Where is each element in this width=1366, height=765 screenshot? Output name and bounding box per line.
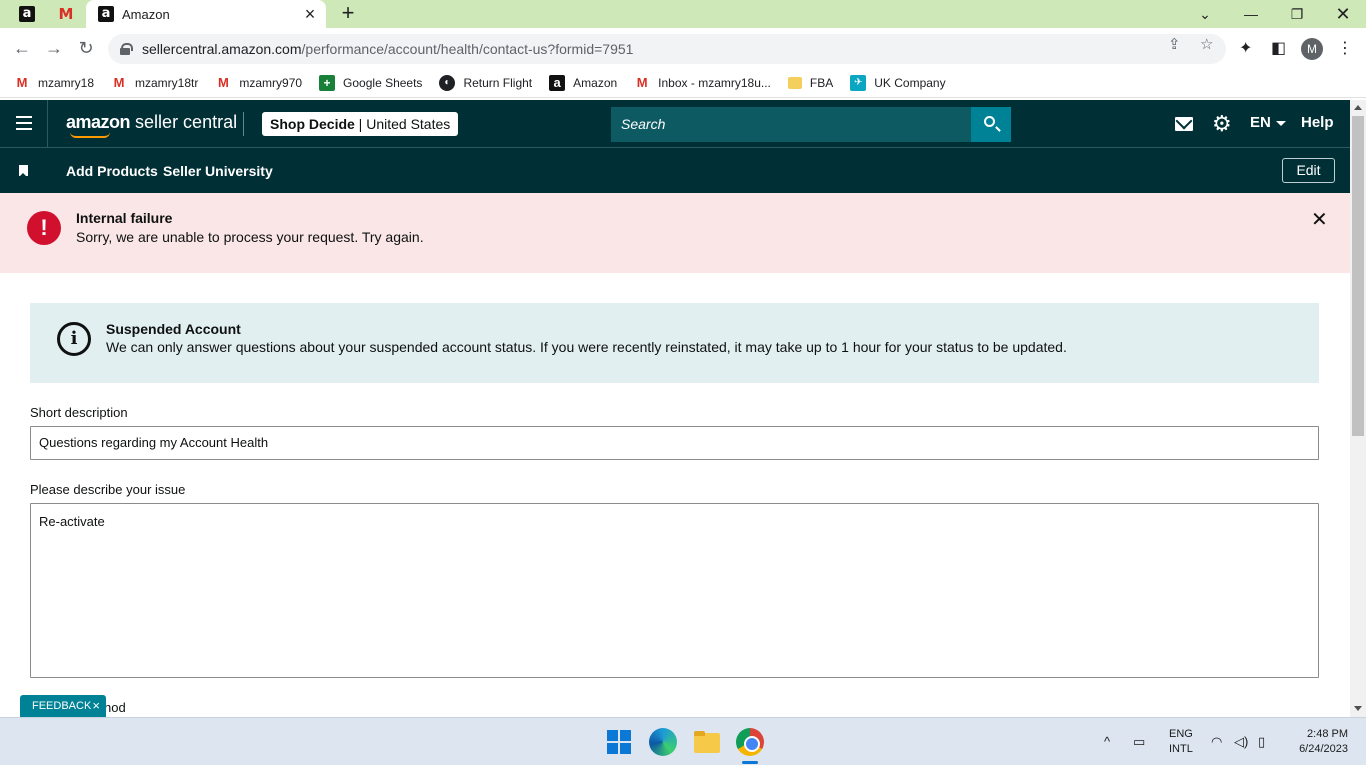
scroll-up-icon[interactable] (1354, 105, 1362, 110)
system-clock[interactable]: 2:48 PM 6/24/2023 (1288, 727, 1348, 757)
chrome-icon[interactable] (736, 728, 764, 756)
lock-icon (120, 43, 133, 55)
minimize-button[interactable]: — (1228, 0, 1274, 28)
wifi-icon[interactable]: ◠ (1211, 734, 1222, 750)
contact-method-label: hod (104, 700, 126, 715)
windows-taskbar: ^ ▭ ENG INTL ◠ ◁) ▯ 2:48 PM 6/24/2023 (0, 717, 1366, 765)
error-alert: ! Internal failure Sorry, we are unable … (0, 193, 1350, 273)
amazon-icon: a (549, 74, 566, 91)
globe-icon: ◐ (439, 74, 456, 91)
help-link[interactable]: Help (1301, 114, 1334, 131)
bookmark-item[interactable]: M Inbox - mzamry18u... (634, 75, 771, 91)
short-description-label: Short description (30, 405, 128, 420)
header-divider (47, 100, 48, 148)
issue-label: Please describe your issue (30, 482, 186, 497)
search-button[interactable] (971, 107, 1011, 142)
language-selector[interactable]: EN (1250, 114, 1286, 131)
edge-icon[interactable] (649, 728, 677, 756)
info-message: We can only answer questions about your … (106, 339, 1067, 355)
active-tab[interactable]: a Amazon × (86, 0, 326, 28)
folder-icon (787, 76, 802, 89)
bookmark-icon[interactable] (19, 165, 28, 176)
bookmark-nav-bar: Add Products Seller University Edit (0, 148, 1350, 193)
gmail-icon: M (16, 75, 28, 90)
amazon-smile-icon (70, 132, 110, 138)
pinned-tab-gmail[interactable]: M (47, 0, 85, 28)
browser-menu-icon[interactable]: ⋮ (1337, 38, 1353, 58)
amazon-favicon-icon: a (19, 6, 35, 22)
gmail-icon: M (217, 75, 229, 90)
back-button[interactable]: ← (10, 36, 34, 60)
reload-button[interactable]: ↻ (74, 36, 98, 60)
seller-central-logo[interactable]: amazon seller central (66, 112, 237, 138)
bookmark-item[interactable]: Mmzamry970 (215, 75, 302, 91)
bookmarks-bar: Mmzamry18 Mmzamry18tr Mmzamry970 + Google… (0, 68, 1366, 98)
scroll-down-icon[interactable] (1354, 706, 1362, 711)
chevron-up-icon[interactable]: ^ (1104, 734, 1110, 749)
nav-link-add-products[interactable]: Add Products (66, 163, 158, 179)
bookmark-item[interactable]: FBA (787, 76, 833, 90)
bookmark-item[interactable]: + Google Sheets (319, 74, 422, 91)
close-window-button[interactable]: ✕ (1320, 0, 1366, 28)
url-text: sellercentral.amazon.com/performance/acc… (142, 41, 634, 57)
address-bar[interactable]: sellercentral.amazon.com/performance/acc… (108, 34, 1226, 64)
info-alert: i Suspended Account We can only answer q… (30, 303, 1319, 383)
bookmark-item[interactable]: Mmzamry18tr (111, 75, 199, 91)
volume-icon[interactable]: ◁) (1234, 734, 1248, 750)
error-message: Sorry, we are unable to process your req… (76, 229, 424, 245)
nav-link-seller-university[interactable]: Seller University (163, 163, 273, 179)
error-icon: ! (27, 211, 61, 245)
profile-avatar[interactable]: M (1301, 38, 1323, 60)
side-panel-icon[interactable]: ◧ (1271, 38, 1286, 58)
short-description-input[interactable]: Questions regarding my Account Health (30, 426, 1319, 460)
close-icon[interactable]: × (92, 695, 100, 717)
gmail-favicon-icon: M (58, 5, 74, 23)
input-language[interactable]: ENG INTL (1169, 727, 1193, 757)
info-title: Suspended Account (106, 321, 241, 337)
search-icon (984, 116, 995, 127)
gmail-icon: M (636, 75, 648, 90)
page-scrollbar[interactable] (1350, 100, 1366, 717)
keyboard-icon[interactable]: ▭ (1133, 734, 1145, 750)
new-tab-button[interactable]: + (336, 2, 360, 26)
tab-search-icon[interactable]: ⌄ (1182, 0, 1228, 28)
bookmark-item[interactable]: ✈ UK Company (850, 74, 946, 91)
close-icon[interactable]: ✕ (1311, 207, 1328, 232)
store-switcher[interactable]: Shop Decide | United States (262, 112, 459, 136)
error-title: Internal failure (76, 210, 173, 226)
sheets-icon: + (319, 74, 336, 91)
issue-textarea[interactable]: Re-activate (30, 503, 1319, 678)
feedback-button[interactable]: FEEDBACK × (20, 695, 106, 717)
share-icon[interactable]: ⇪ (1168, 35, 1181, 53)
bookmark-star-icon[interactable]: ☆ (1200, 35, 1213, 53)
bookmark-item[interactable]: Mmzamry18 (14, 75, 94, 91)
bookmark-item[interactable]: ◐ Return Flight (439, 74, 532, 91)
bookmark-item[interactable]: a Amazon (549, 74, 617, 91)
extensions-icon[interactable]: ✦ (1239, 38, 1252, 58)
uk-company-icon: ✈ (850, 74, 867, 91)
hamburger-menu-icon[interactable] (16, 116, 32, 130)
browser-toolbar: ← → ↻ sellercentral.amazon.com/performan… (0, 28, 1366, 68)
search-input[interactable]: Search (611, 107, 971, 142)
close-tab-icon[interactable]: × (300, 4, 320, 24)
mail-icon[interactable] (1175, 117, 1193, 131)
seller-central-header: amazon seller central Shop Decide | Unit… (0, 100, 1350, 148)
gmail-icon: M (113, 75, 125, 90)
edit-button[interactable]: Edit (1282, 158, 1335, 183)
battery-icon[interactable]: ▯ (1258, 734, 1265, 750)
restore-button[interactable]: ❐ (1274, 0, 1320, 28)
windows-start-icon[interactable] (605, 728, 633, 756)
file-explorer-icon[interactable] (693, 728, 721, 756)
browser-tab-strip: a M a Amazon × + ⌄ — ❐ ✕ (0, 0, 1366, 28)
info-icon: i (57, 322, 91, 356)
active-tab-title: Amazon (122, 6, 170, 22)
logo-separator (243, 112, 244, 136)
active-app-indicator (742, 761, 758, 764)
amazon-favicon-icon: a (98, 6, 114, 22)
forward-button[interactable]: → (42, 36, 66, 60)
caret-down-icon (1275, 120, 1286, 126)
pinned-tab-amazon[interactable]: a (8, 0, 46, 28)
scroll-thumb[interactable] (1352, 116, 1364, 436)
gear-icon[interactable]: ⚙ (1212, 112, 1232, 136)
